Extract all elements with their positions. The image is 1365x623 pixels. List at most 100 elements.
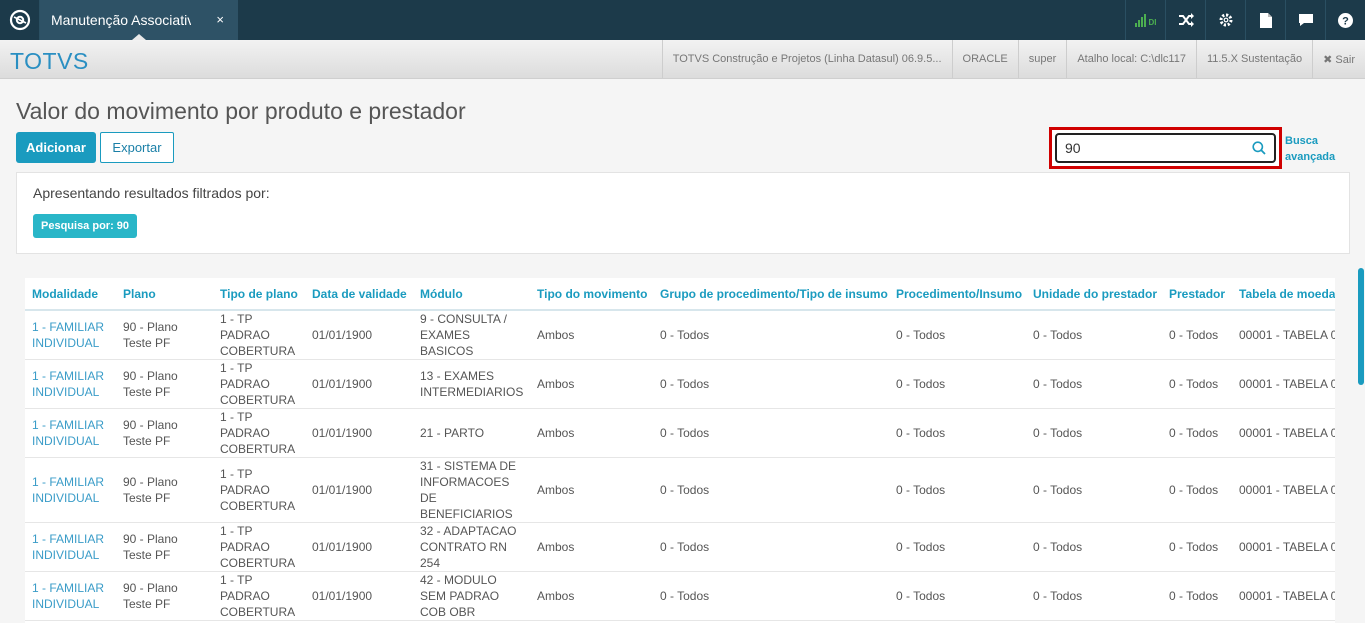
document-icon[interactable]	[1245, 0, 1285, 40]
cell-tipo-movimento: Ambos	[530, 359, 653, 409]
cell-plano: 90 - Plano Teste PF	[116, 457, 213, 523]
col-grupo-procedimento[interactable]: Grupo de procedimento/Tipo de insumo	[653, 278, 889, 311]
cell-grupo-procedimento: 0 - Todos	[653, 571, 889, 621]
cell-prestador: 0 - Todos	[1162, 310, 1232, 360]
info-product: TOTVS Construção e Projetos (Linha Datas…	[661, 40, 952, 78]
cell-modalidade[interactable]: 1 - FAMILIAR INDIVIDUAL	[25, 571, 116, 621]
table-header-row: Modalidade Plano Tipo de plano Data de v…	[25, 278, 1335, 311]
search-highlight	[1049, 127, 1282, 169]
info-user: super	[1017, 40, 1067, 78]
tab-close-button[interactable]: ×	[216, 12, 224, 27]
cell-data-validade: 01/01/1900	[305, 457, 413, 523]
chat-icon[interactable]	[1285, 0, 1325, 40]
cell-data-validade: 01/01/1900	[305, 408, 413, 458]
cell-tabela-moedas: 00001 - TABELA 000/01	[1232, 310, 1335, 360]
cell-tabela-moedas: 00001 - TABELA 000/01	[1232, 457, 1335, 523]
cell-procedimento: 0 - Todos	[889, 522, 1026, 572]
cell-tipo-plano: 1 - TP PADRAO COBERTURA	[213, 359, 305, 409]
cell-tipo-movimento: Ambos	[530, 408, 653, 458]
cell-prestador: 0 - Todos	[1162, 522, 1232, 572]
table-row[interactable]: 1 - FAMILIAR INDIVIDUAL 90 - Plano Teste …	[25, 310, 1335, 360]
export-button[interactable]: Exportar	[100, 132, 174, 163]
header-info: TOTVS Construção e Projetos (Linha Datas…	[661, 40, 1365, 78]
cell-grupo-procedimento: 0 - Todos	[653, 310, 889, 360]
app-logo-icon[interactable]	[0, 0, 40, 40]
cell-data-validade: 01/01/1900	[305, 522, 413, 572]
cell-tabela-moedas: 00001 - TABELA 000/01	[1232, 571, 1335, 621]
help-icon[interactable]: ?	[1325, 0, 1365, 40]
cell-procedimento: 0 - Todos	[889, 408, 1026, 458]
col-plano[interactable]: Plano	[116, 278, 213, 311]
cell-unidade-prestador: 0 - Todos	[1026, 408, 1162, 458]
search-box[interactable]	[1055, 133, 1276, 163]
cell-tipo-movimento: Ambos	[530, 310, 653, 360]
cell-data-validade: 01/01/1900	[305, 310, 413, 360]
table-row[interactable]: 1 - FAMILIAR INDIVIDUAL 90 - Plano Teste …	[25, 408, 1335, 458]
col-modulo[interactable]: Módulo	[413, 278, 530, 311]
cell-plano: 90 - Plano Teste PF	[116, 310, 213, 360]
add-button[interactable]: Adicionar	[16, 132, 96, 163]
cell-data-validade: 01/01/1900	[305, 359, 413, 409]
cell-procedimento: 0 - Todos	[889, 571, 1026, 621]
col-unidade-prestador[interactable]: Unidade do prestador	[1026, 278, 1162, 311]
tab-manutencao[interactable]: Manutenção Associativ ×	[40, 0, 238, 40]
logout-button[interactable]: ✖ Sair	[1312, 40, 1365, 78]
cell-modulo: 13 - EXAMES INTERMEDIARIOS	[413, 359, 530, 409]
signal-icon[interactable]: DI	[1125, 0, 1165, 40]
cell-unidade-prestador: 0 - Todos	[1026, 571, 1162, 621]
cell-prestador: 0 - Todos	[1162, 359, 1232, 409]
cell-unidade-prestador: 0 - Todos	[1026, 359, 1162, 409]
cell-procedimento: 0 - Todos	[889, 457, 1026, 523]
results-table-container: Modalidade Plano Tipo de plano Data de v…	[25, 278, 1335, 623]
table-row[interactable]: 1 - FAMILIAR INDIVIDUAL 90 - Plano Teste …	[25, 522, 1335, 572]
gear-icon[interactable]	[1205, 0, 1245, 40]
top-bar: Manutenção Associativ × DI ?	[0, 0, 1365, 40]
cell-tabela-moedas: 00001 - TABELA 000/01	[1232, 359, 1335, 409]
cell-grupo-procedimento: 0 - Todos	[653, 522, 889, 572]
col-data-validade[interactable]: Data de validade	[305, 278, 413, 311]
cell-tipo-plano: 1 - TP PADRAO COBERTURA	[213, 457, 305, 523]
shuffle-icon[interactable]	[1165, 0, 1205, 40]
table-row[interactable]: 1 - FAMILIAR INDIVIDUAL 90 - Plano Teste …	[25, 359, 1335, 409]
cell-grupo-procedimento: 0 - Todos	[653, 408, 889, 458]
search-input[interactable]	[1057, 140, 1237, 156]
cell-modalidade[interactable]: 1 - FAMILIAR INDIVIDUAL	[25, 359, 116, 409]
cell-unidade-prestador: 0 - Todos	[1026, 310, 1162, 360]
cell-tipo-movimento: Ambos	[530, 571, 653, 621]
cell-tipo-movimento: Ambos	[530, 522, 653, 572]
table-row[interactable]: 1 - FAMILIAR INDIVIDUAL 90 - Plano Teste …	[25, 457, 1335, 523]
col-tabela-moedas[interactable]: Tabela de moedas	[1232, 278, 1335, 311]
advanced-search-line1: Busca	[1285, 135, 1319, 147]
cell-procedimento: 0 - Todos	[889, 359, 1026, 409]
tab-title: Manutenção Associativ	[51, 12, 191, 28]
cell-tabela-moedas: 00001 - TABELA 000/01	[1232, 522, 1335, 572]
col-modalidade[interactable]: Modalidade	[25, 278, 116, 311]
advanced-search-link[interactable]: Busca avançada	[1285, 133, 1335, 165]
cell-tipo-plano: 1 - TP PADRAO COBERTURA	[213, 571, 305, 621]
vertical-scrollbar[interactable]	[1358, 268, 1364, 385]
filter-chip[interactable]: Pesquisa por: 90	[33, 214, 138, 238]
cell-prestador: 0 - Todos	[1162, 457, 1232, 523]
cell-procedimento: 0 - Todos	[889, 310, 1026, 360]
cell-plano: 90 - Plano Teste PF	[116, 408, 213, 458]
cell-plano: 90 - Plano Teste PF	[116, 571, 213, 621]
search-icon[interactable]	[1252, 141, 1266, 155]
cell-modalidade[interactable]: 1 - FAMILIAR INDIVIDUAL	[25, 408, 116, 458]
cell-modulo: 21 - PARTO	[413, 408, 530, 458]
cell-modulo: 32 - ADAPTACAO CONTRATO RN 254	[413, 522, 530, 572]
col-tipo-plano[interactable]: Tipo de plano	[213, 278, 305, 311]
cell-modulo: 9 - CONSULTA / EXAMES BASICOS	[413, 310, 530, 360]
signal-label: DI	[1148, 17, 1157, 27]
cell-modulo: 31 - SISTEMA DE INFORMACOES DE BENEFICIA…	[413, 457, 530, 523]
col-prestador[interactable]: Prestador	[1162, 278, 1232, 311]
cell-modalidade[interactable]: 1 - FAMILIAR INDIVIDUAL	[25, 457, 116, 523]
advanced-search-line2: avançada	[1285, 151, 1336, 163]
cell-grupo-procedimento: 0 - Todos	[653, 359, 889, 409]
info-shortcut: Atalho local: C:\dlc117	[1066, 40, 1196, 78]
col-procedimento[interactable]: Procedimento/Insumo	[889, 278, 1026, 311]
cell-modalidade[interactable]: 1 - FAMILIAR INDIVIDUAL	[25, 310, 116, 360]
cell-tipo-plano: 1 - TP PADRAO COBERTURA	[213, 408, 305, 458]
cell-modalidade[interactable]: 1 - FAMILIAR INDIVIDUAL	[25, 522, 116, 572]
col-tipo-movimento[interactable]: Tipo do movimento	[530, 278, 653, 311]
table-row[interactable]: 1 - FAMILIAR INDIVIDUAL 90 - Plano Teste …	[25, 571, 1335, 621]
